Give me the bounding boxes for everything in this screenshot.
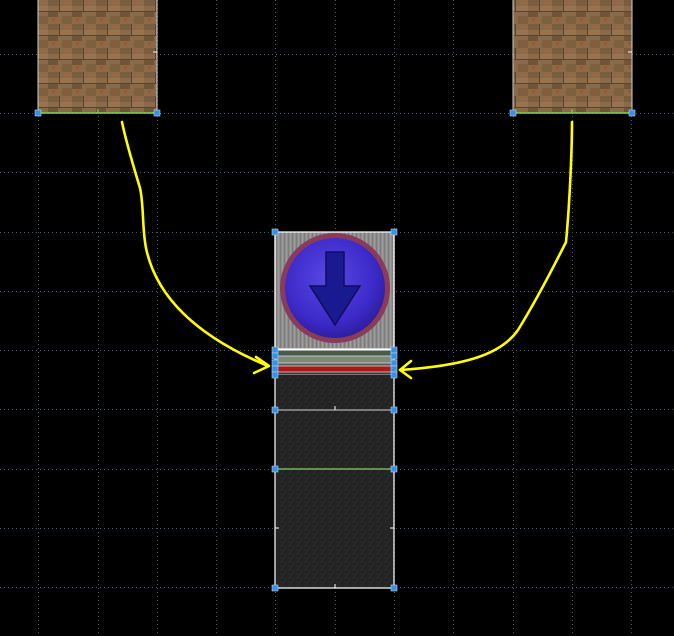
vertex-handle bbox=[271, 359, 279, 367]
vertex-handle bbox=[271, 352, 279, 360]
map-editor-viewport[interactable] bbox=[0, 0, 674, 636]
vertex-handle bbox=[390, 465, 398, 473]
left-arrow-head bbox=[252, 355, 271, 375]
vertex-handle bbox=[271, 365, 279, 373]
vertex-handle bbox=[390, 365, 398, 373]
red-strip bbox=[275, 366, 394, 372]
vertex-handle bbox=[390, 584, 398, 592]
arrow-emblem-sector[interactable] bbox=[274, 231, 395, 350]
vertex-handle bbox=[390, 406, 398, 414]
vertex-handle bbox=[390, 371, 398, 379]
vertex-handle bbox=[390, 359, 398, 367]
left-wood-sector[interactable] bbox=[37, 0, 158, 114]
vertex-handle bbox=[271, 371, 279, 379]
right-annotation-arrow bbox=[398, 120, 574, 372]
vertex-handle bbox=[153, 109, 161, 117]
step-strips[interactable] bbox=[275, 349, 394, 376]
vertex-handle bbox=[271, 406, 279, 414]
right-wood-sector[interactable] bbox=[512, 0, 633, 114]
map-canvas[interactable] bbox=[0, 0, 674, 636]
vertex-handle bbox=[34, 109, 42, 117]
vertex-handle bbox=[390, 352, 398, 360]
vertex-handle bbox=[271, 584, 279, 592]
vertex-handle bbox=[390, 228, 398, 236]
vertex-handle bbox=[509, 109, 517, 117]
vertex-handle bbox=[628, 109, 636, 117]
vertex-handle bbox=[271, 465, 279, 473]
vertex-handle bbox=[271, 228, 279, 236]
vertex-handle bbox=[390, 346, 398, 354]
left-annotation-arrow bbox=[120, 120, 270, 368]
vertex-handle bbox=[271, 346, 279, 354]
